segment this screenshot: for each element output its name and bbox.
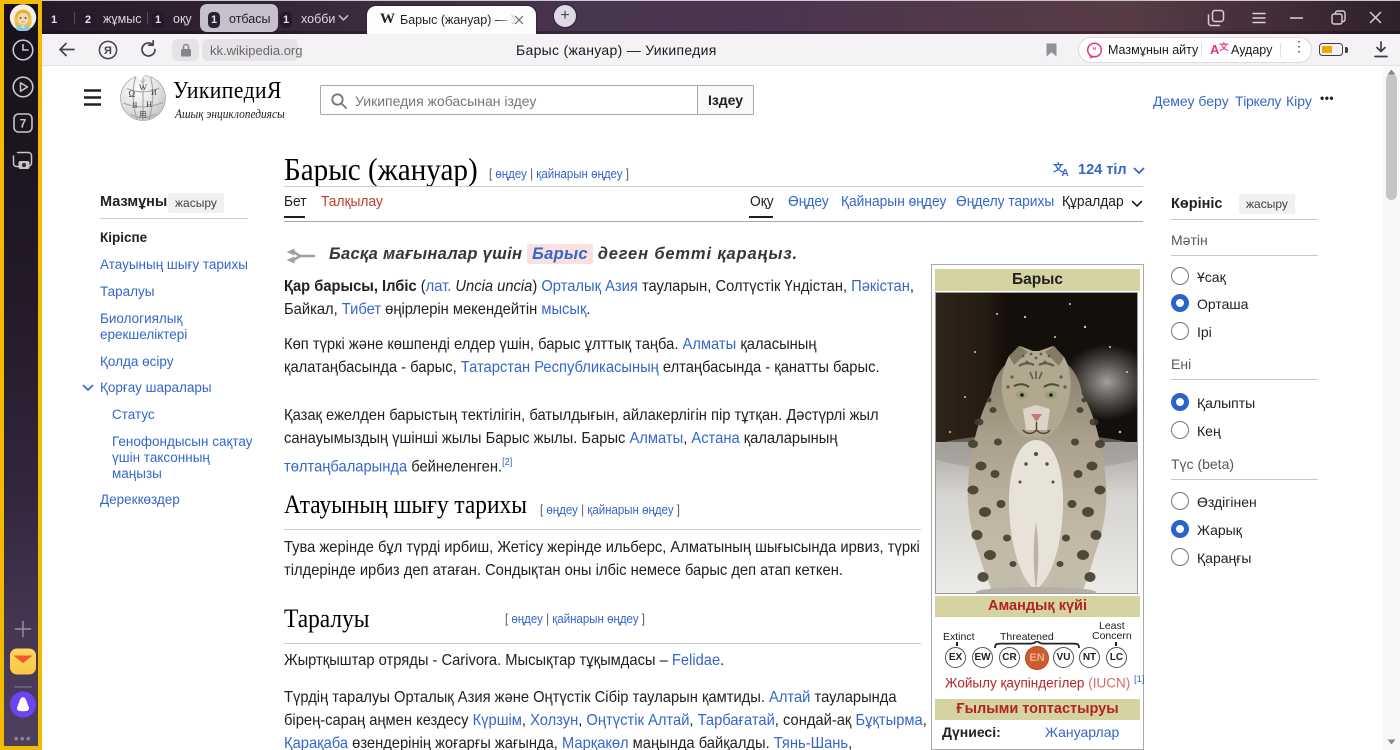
svg-text:A: A bbox=[1062, 168, 1069, 177]
svg-text:Ω: Ω bbox=[129, 89, 136, 99]
svg-text:W: W bbox=[139, 82, 147, 92]
svg-text:7: 7 bbox=[20, 117, 27, 131]
svg-text:И: И bbox=[151, 88, 157, 97]
svg-text:用: 用 bbox=[139, 110, 147, 119]
svg-text:H: H bbox=[146, 99, 152, 109]
svg-text:Я: Я bbox=[104, 45, 112, 57]
svg-text:“: “ bbox=[1092, 45, 1096, 55]
svg-text:Я: Я bbox=[132, 101, 138, 110]
